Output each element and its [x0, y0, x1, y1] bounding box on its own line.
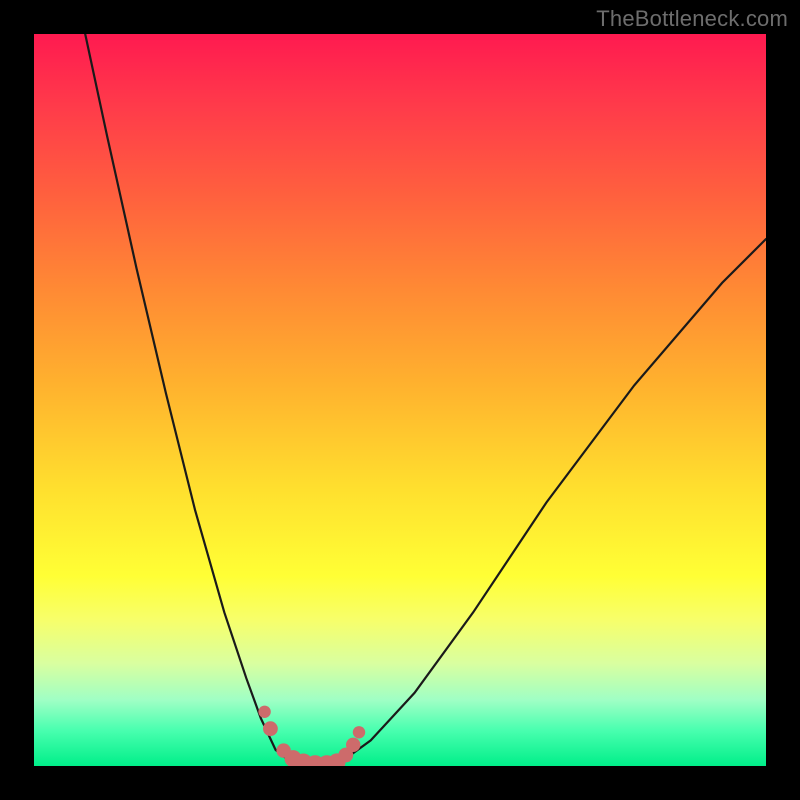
- plot-area: [34, 34, 766, 766]
- marker-dot: [258, 706, 270, 718]
- watermark-text: TheBottleneck.com: [596, 6, 788, 32]
- bottleneck-curve: [85, 34, 766, 766]
- outer-frame: TheBottleneck.com: [0, 0, 800, 800]
- chart-svg: [34, 34, 766, 766]
- marker-dot: [353, 726, 365, 738]
- marker-dot: [346, 738, 360, 752]
- marker-group: [258, 706, 365, 766]
- marker-dot: [263, 721, 278, 736]
